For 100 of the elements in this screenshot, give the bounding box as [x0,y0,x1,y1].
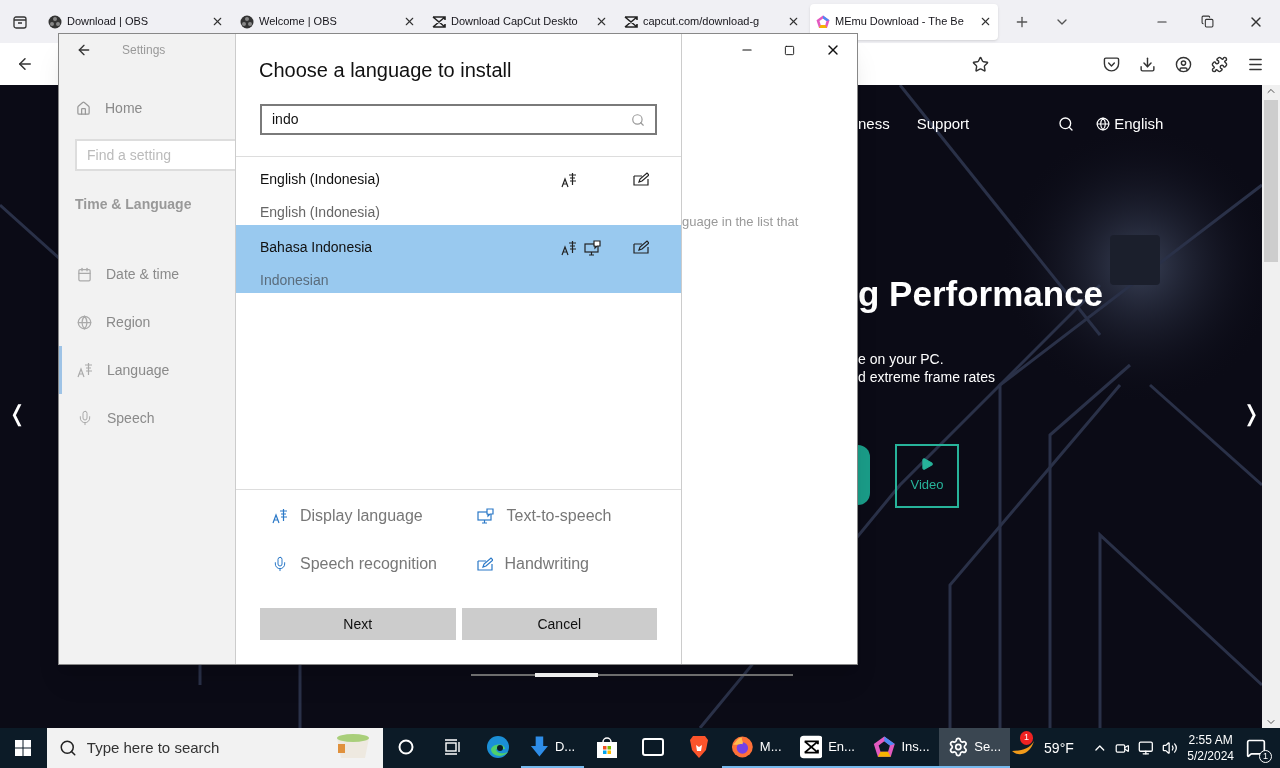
browser-tab[interactable]: Download CapCut Deskto [426,3,614,40]
cancel-button[interactable]: Cancel [461,608,657,640]
gear-icon [947,736,969,758]
legend-label: Display language [300,506,423,526]
maximize-icon[interactable] [784,44,795,56]
sidebar-label: Speech [107,408,155,428]
language-icon [272,508,288,524]
download-arrow-icon [530,735,549,759]
nav-link[interactable]: ness [858,113,890,136]
tab-list-icon[interactable] [13,14,27,29]
language-link[interactable]: English [1114,113,1164,136]
language-icon [561,240,577,256]
legend-label: Speech recognition [300,554,437,574]
close-icon[interactable] [211,15,224,28]
search-icon[interactable] [1058,116,1075,133]
task-view-icon [443,739,461,755]
pentagon-logo-icon [872,735,896,759]
circle-icon [398,739,414,755]
pen-pad-icon [476,557,493,571]
language-icon [561,172,577,188]
tab-title: Download CapCut Deskto [451,14,579,30]
fox-globe-icon [731,735,754,759]
notification-icon[interactable] [1246,738,1266,758]
tab-title: capcut.com/download-g [643,14,761,30]
account-icon[interactable] [1175,55,1192,73]
globe-icon [77,314,92,330]
speech-bubble-monitor-icon [584,240,602,256]
search-icon [58,739,77,757]
language-name: Bahasa Indonesia [260,238,374,257]
star-icon[interactable] [972,55,989,73]
dialog-title: Choose a language to install [258,58,513,83]
language-native-name: Indonesian [260,271,330,290]
download-icon[interactable] [1139,55,1156,73]
notification-count: 1 [1259,750,1272,763]
restore-icon[interactable] [1201,15,1214,28]
next-arrow[interactable]: ❭ [1242,397,1260,430]
pentagon-logo-icon [816,14,830,29]
sidebar-label: Language [107,360,170,380]
app-label: M... [759,738,782,757]
browser-tab[interactable]: capcut.com/download-g [618,3,806,40]
microphone-icon [272,556,288,572]
pen-pad-icon [633,240,649,254]
close-icon[interactable] [403,15,416,28]
home-icon [76,101,91,116]
sidebar-label: Region [106,312,151,332]
tab-title: MEmu Download - The Be [835,14,965,30]
previous-arrow[interactable]: ❬ [8,397,26,430]
capcut-logo-icon [432,15,446,28]
globe-icon[interactable] [1096,117,1111,132]
browser-tab[interactable]: Welcome | OBS [234,3,422,40]
app-label: Ins... [901,738,930,757]
network-icon[interactable] [1138,740,1154,756]
app-label: D... [554,738,576,757]
hero-text: e on your PC. [858,350,944,369]
taskbar-app[interactable]: D... [521,728,585,768]
browser-tab[interactable]: Download | OBS [42,3,230,40]
microphone-icon [77,410,93,426]
carousel-indicator[interactable] [471,674,793,676]
shopping-bag-icon [595,735,620,759]
puzzle-icon[interactable] [1211,55,1228,73]
close-icon[interactable] [595,15,608,28]
language-row[interactable]: Bahasa Indonesia Indonesian [236,225,681,293]
clock-time[interactable]: 2:55 AM [1188,732,1233,748]
speech-bubble-monitor-icon [476,508,495,524]
app-label: En... [828,738,855,757]
description-text: guage in the list that [682,213,800,231]
windows-logo-icon[interactable] [15,740,32,756]
taskbar-search-field[interactable]: Type here to search [46,728,383,768]
lion-logo-icon [689,735,710,759]
video-button[interactable]: Video [895,444,959,508]
language-search-field[interactable]: indo [260,104,657,135]
temperature[interactable]: 59°F [1044,737,1074,759]
legend-label: Handwriting [504,554,589,574]
capcut-logo-icon [624,15,638,28]
scrollbar[interactable] [1262,85,1280,728]
taskbar-app[interactable]: Ins... [863,728,939,768]
edge-logo-icon [486,735,510,759]
sidebar-label: Date & time [106,264,180,284]
next-button[interactable]: Next [260,608,456,640]
speaker-icon[interactable] [1161,740,1178,756]
circle-logo-icon [240,14,254,29]
nav-link[interactable]: Support [916,113,970,136]
circle-logo-icon [48,14,62,29]
pen-pad-icon [633,172,649,186]
taskbar-app[interactable]: En... [790,728,864,768]
section-heading: Time & Language [74,195,193,214]
weather-badge: 1 [1020,731,1034,745]
tab-title: Welcome | OBS [259,14,338,30]
hero-text: d extreme frame rates [858,368,995,387]
close-icon[interactable] [787,15,800,28]
clock-date[interactable]: 5/2/2024 [1187,748,1234,764]
language-name: English (Indonesia) [260,170,381,189]
pocket-icon[interactable] [1103,55,1120,73]
close-icon[interactable] [979,15,992,28]
taskbar-app[interactable]: Se... [938,728,1011,768]
browser-tab[interactable]: MEmu Download - The Be [810,3,998,40]
round-button[interactable] [858,445,870,505]
taskbar-app[interactable]: M... [722,728,791,768]
language-native-name: English (Indonesia) [260,203,381,222]
scrollbar-thumb[interactable] [1264,100,1278,262]
